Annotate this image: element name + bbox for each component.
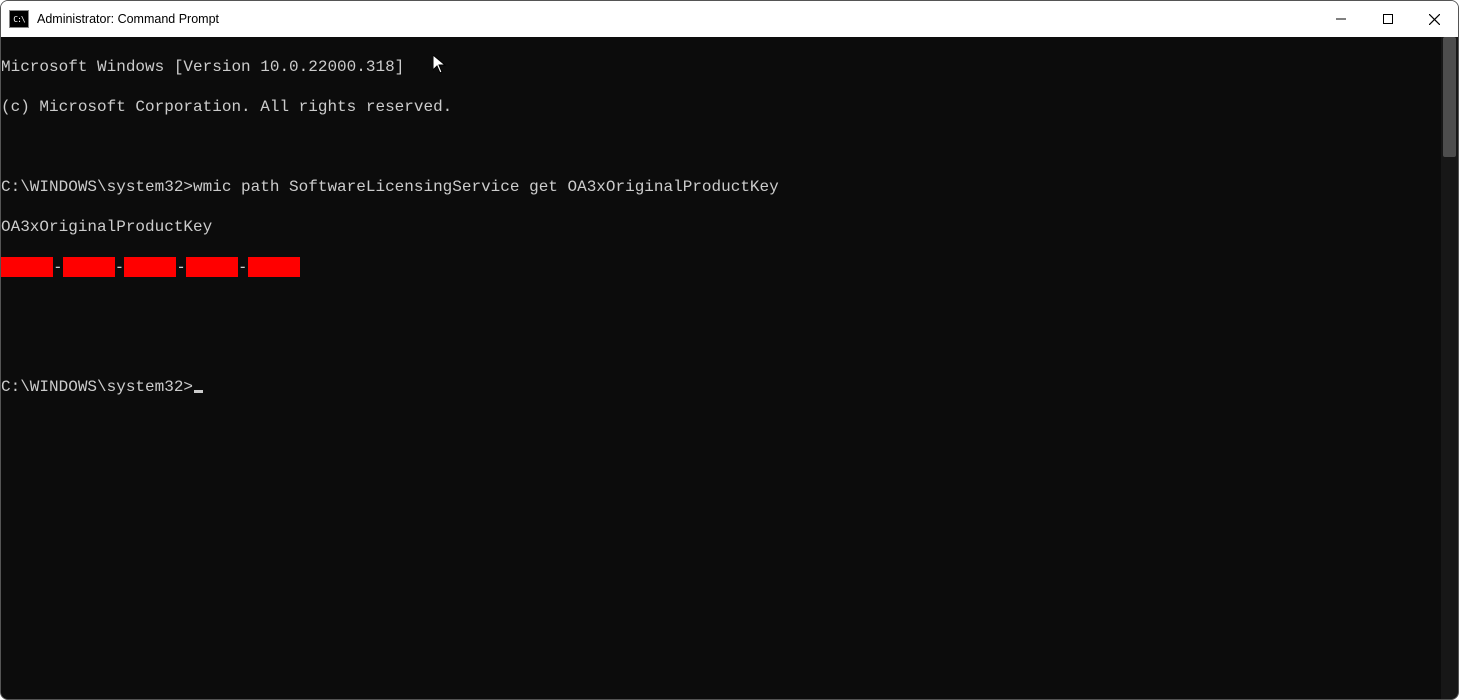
redacted-key-segment	[124, 257, 176, 277]
window-title: Administrator: Command Prompt	[37, 12, 219, 26]
redacted-key-segment	[186, 257, 238, 277]
minimize-icon	[1336, 14, 1346, 24]
text-cursor	[194, 390, 203, 393]
titlebar[interactable]: C:\ Administrator: Command Prompt	[1, 1, 1458, 37]
cmd-app-icon: C:\	[9, 10, 29, 28]
close-button[interactable]	[1411, 1, 1458, 37]
prompt-path: C:\WINDOWS\system32>	[1, 378, 193, 396]
banner-line: Microsoft Windows [Version 10.0.22000.31…	[1, 57, 1441, 77]
redacted-key-segment	[1, 257, 53, 277]
redacted-key-segment	[63, 257, 115, 277]
key-dash: -	[176, 257, 186, 277]
key-dash: -	[238, 257, 248, 277]
typed-command: wmic path SoftwareLicensingService get O…	[193, 178, 779, 196]
maximize-button[interactable]	[1364, 1, 1411, 37]
command-line: C:\WINDOWS\system32>wmic path SoftwareLi…	[1, 177, 1441, 197]
product-key-line: ----	[1, 257, 1441, 277]
blank-line	[1, 337, 1441, 357]
output-header-line: OA3xOriginalProductKey	[1, 217, 1441, 237]
key-dash: -	[115, 257, 125, 277]
terminal-output[interactable]: Microsoft Windows [Version 10.0.22000.31…	[1, 37, 1441, 699]
key-dash: -	[53, 257, 63, 277]
minimize-button[interactable]	[1317, 1, 1364, 37]
vertical-scrollbar[interactable]	[1441, 37, 1458, 699]
close-icon	[1429, 14, 1440, 25]
maximize-icon	[1383, 14, 1393, 24]
blank-line	[1, 137, 1441, 157]
redacted-key-segment	[248, 257, 300, 277]
scrollbar-thumb[interactable]	[1443, 37, 1456, 157]
blank-line	[1, 297, 1441, 317]
prompt-line: C:\WINDOWS\system32>	[1, 377, 1441, 397]
client-area: Microsoft Windows [Version 10.0.22000.31…	[1, 37, 1458, 699]
prompt-path: C:\WINDOWS\system32>	[1, 178, 193, 196]
command-prompt-window: C:\ Administrator: Command Prompt Micros…	[0, 0, 1459, 700]
banner-line: (c) Microsoft Corporation. All rights re…	[1, 97, 1441, 117]
